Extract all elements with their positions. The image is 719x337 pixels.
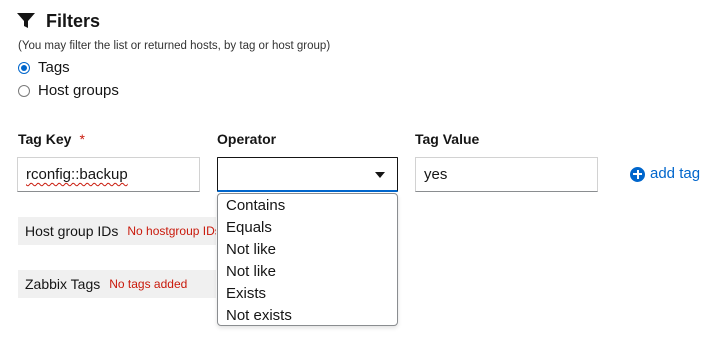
filter-hint: (You may filter the list or returned hos… <box>18 40 331 52</box>
operator-option-equals[interactable]: Equals <box>218 217 397 239</box>
operator-option-not-exists[interactable]: Not exists <box>218 305 397 327</box>
tag-key-value: rconfig::backup <box>26 166 128 183</box>
filter-icon <box>17 13 35 28</box>
tag-value-input[interactable]: yes <box>415 157 598 192</box>
tag-key-label-text: Tag Key <box>18 131 72 147</box>
plus-circle-icon <box>630 166 645 182</box>
add-tag-button[interactable]: add tag <box>630 165 700 183</box>
hostgroup-ids-label: Host group IDs <box>25 223 119 239</box>
tag-value-value: yes <box>424 166 448 183</box>
operator-label: Operator <box>217 131 277 147</box>
operator-menu: Contains Equals Not like Not like Exists… <box>217 193 398 326</box>
tag-key-label: Tag Key * <box>18 130 85 148</box>
operator-option-not-like[interactable]: Not like <box>218 239 397 261</box>
zabbix-tags-empty: No tags added <box>109 277 188 291</box>
radio-tags[interactable]: Tags <box>18 59 70 77</box>
add-tag-label: add tag <box>650 165 701 182</box>
operator-select[interactable] <box>217 157 398 192</box>
tag-key-input[interactable]: rconfig::backup <box>17 157 200 192</box>
radio-tags-input[interactable] <box>18 62 30 74</box>
operator-option-not-like-2[interactable]: Not like <box>218 261 397 283</box>
radio-host-groups-input[interactable] <box>18 85 30 97</box>
operator-option-exists[interactable]: Exists <box>218 283 397 305</box>
zabbix-tags-label: Zabbix Tags <box>25 276 101 292</box>
operator-option-contains[interactable]: Contains <box>218 195 397 217</box>
radio-tags-label: Tags <box>38 59 70 76</box>
zabbix-tags-row: Zabbix Tags No tags added <box>18 270 216 298</box>
chevron-down-icon <box>375 172 385 178</box>
tag-value-label: Tag Value <box>415 131 480 147</box>
radio-host-groups-label: Host groups <box>38 82 119 99</box>
page-title: Filters <box>46 11 101 31</box>
hostgroup-ids-empty: No hostgroup IDs <box>127 224 216 238</box>
radio-host-groups[interactable]: Host groups <box>18 82 119 100</box>
hostgroup-ids-row: Host group IDs No hostgroup IDs <box>18 217 216 245</box>
required-mark: * <box>79 131 85 147</box>
